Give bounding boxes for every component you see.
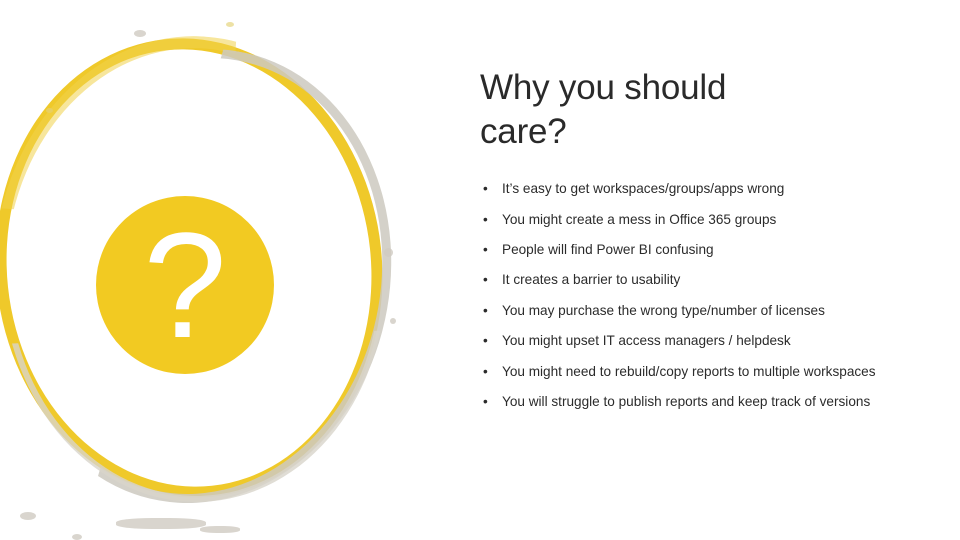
bullet-marker-icon: •: [483, 272, 488, 288]
list-item-text: You might create a mess in Office 365 gr…: [502, 211, 777, 227]
bullet-marker-icon: •: [483, 181, 488, 197]
paint-speck: [116, 518, 206, 529]
paint-speck: [226, 22, 234, 27]
list-item-text: It creates a barrier to usability: [502, 272, 681, 288]
paint-speck: [72, 534, 82, 540]
question-mark-icon: ?: [143, 201, 227, 369]
list-item-text: You may purchase the wrong type/number o…: [502, 302, 825, 318]
list-item: • You might create a mess in Office 365 …: [480, 211, 902, 228]
paint-speck: [390, 318, 396, 324]
bullet-marker-icon: •: [483, 302, 488, 318]
paint-speck: [384, 248, 393, 257]
list-item-text: People will find Power BI confusing: [502, 241, 714, 257]
list-item: • You might upset IT access managers / h…: [480, 332, 902, 349]
list-item: • It’s easy to get workspaces/groups/app…: [480, 180, 902, 197]
list-item: • You may purchase the wrong type/number…: [480, 302, 902, 319]
paint-speck: [46, 108, 53, 113]
paint-speck: [200, 526, 240, 533]
decorative-ring-artwork: ?: [0, 18, 416, 540]
list-item-text: You might upset IT access managers / hel…: [502, 333, 791, 349]
paint-speck: [134, 30, 146, 37]
list-item: • You will struggle to publish reports a…: [480, 393, 902, 410]
slide: ? Why you should care? • It’s easy to ge…: [0, 0, 960, 540]
list-item: • People will find Power BI confusing: [480, 241, 902, 258]
bullet-marker-icon: •: [483, 241, 488, 257]
bullet-marker-icon: •: [483, 211, 488, 227]
list-item: • You might need to rebuild/copy reports…: [480, 363, 902, 380]
list-item-text: It’s easy to get workspaces/groups/apps …: [502, 181, 785, 197]
list-item-text: You might need to rebuild/copy reports t…: [502, 363, 876, 379]
paint-speck: [20, 512, 36, 520]
slide-content: Why you should care? • It’s easy to get …: [480, 66, 910, 423]
slide-title: Why you should care?: [480, 68, 727, 152]
bullet-list: • It’s easy to get workspaces/groups/app…: [480, 180, 910, 410]
list-item-text: You will struggle to publish reports and…: [502, 393, 871, 409]
bullet-marker-icon: •: [483, 333, 488, 349]
list-item: • It creates a barrier to usability: [480, 271, 902, 288]
bullet-marker-icon: •: [483, 393, 488, 409]
bullet-marker-icon: •: [483, 363, 488, 379]
